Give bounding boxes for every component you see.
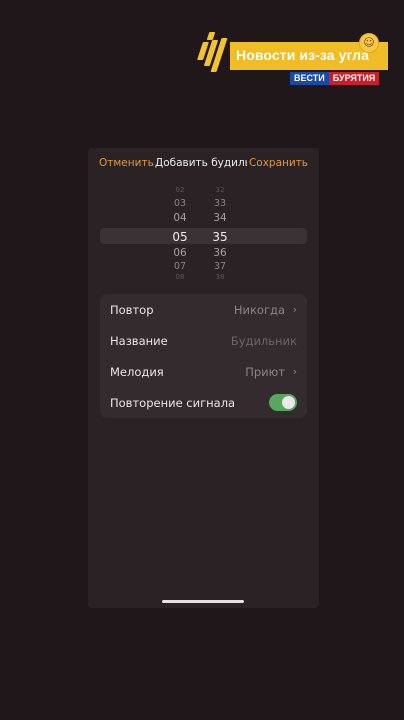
chevron-right-icon: › xyxy=(292,365,297,378)
badge-vesti: ВЕСТИ xyxy=(290,72,329,85)
time-picker[interactable]: 02 03 04 05 06 07 08 32 33 34 35 36 37 38 xyxy=(88,186,319,282)
repeat-row[interactable]: Повтор Никогда › xyxy=(100,294,307,325)
toggle-knob xyxy=(282,396,295,409)
sound-value: Приют xyxy=(245,365,285,379)
alarm-settings-group: Повтор Никогда › Название Будильник Мело… xyxy=(100,294,307,418)
badge-region: БУРЯТИЯ xyxy=(328,72,380,85)
hour-option[interactable]: 07 xyxy=(165,261,195,272)
nav-bar: Отменить Добавить будильник Сохранить xyxy=(88,148,319,178)
minute-option[interactable]: 38 xyxy=(205,273,235,281)
hour-option[interactable]: 03 xyxy=(165,198,195,209)
hour-option[interactable]: 06 xyxy=(165,247,195,259)
snooze-row: Повторение сигнала xyxy=(100,387,307,418)
picker-selection-band xyxy=(100,228,307,244)
logo-stripes-icon xyxy=(194,30,230,74)
minute-option[interactable]: 34 xyxy=(205,212,235,224)
sound-row[interactable]: Мелодия Приют › xyxy=(100,356,307,387)
hour-option[interactable]: 05 xyxy=(165,230,195,244)
minute-option[interactable]: 32 xyxy=(205,186,235,194)
logo-title: Новости из-за угла xyxy=(236,47,370,63)
chevron-right-icon: › xyxy=(292,303,297,316)
name-input[interactable]: Будильник xyxy=(231,334,297,348)
snooze-toggle[interactable] xyxy=(269,394,297,411)
repeat-label: Повтор xyxy=(110,303,154,317)
name-row[interactable]: Название Будильник xyxy=(100,325,307,356)
minute-option[interactable]: 33 xyxy=(205,198,235,209)
add-alarm-sheet: Отменить Добавить будильник Сохранить 02… xyxy=(88,148,319,608)
repeat-value: Никогда xyxy=(233,303,285,317)
logo-badge: ВЕСТИ БУРЯТИЯ xyxy=(290,72,380,85)
hour-option[interactable]: 04 xyxy=(165,212,195,224)
minute-option[interactable]: 36 xyxy=(205,247,235,259)
snooze-label: Повторение сигнала xyxy=(110,396,236,410)
save-button[interactable]: Сохранить xyxy=(249,157,308,169)
cancel-button[interactable]: Отменить xyxy=(99,157,154,169)
hour-option[interactable]: 02 xyxy=(165,186,195,194)
hour-option[interactable]: 08 xyxy=(165,273,195,281)
sound-label: Мелодия xyxy=(110,365,164,379)
home-indicator xyxy=(162,600,244,603)
name-label: Название xyxy=(110,334,168,348)
minute-option[interactable]: 35 xyxy=(205,230,235,244)
screen: Новости из-за угла ☺ ВЕСТИ БУРЯТИЯ Отмен… xyxy=(0,0,404,720)
smiling-face-icon: ☺ xyxy=(359,33,379,53)
minute-option[interactable]: 37 xyxy=(205,261,235,272)
sheet-title: Добавить будильник xyxy=(155,157,247,169)
